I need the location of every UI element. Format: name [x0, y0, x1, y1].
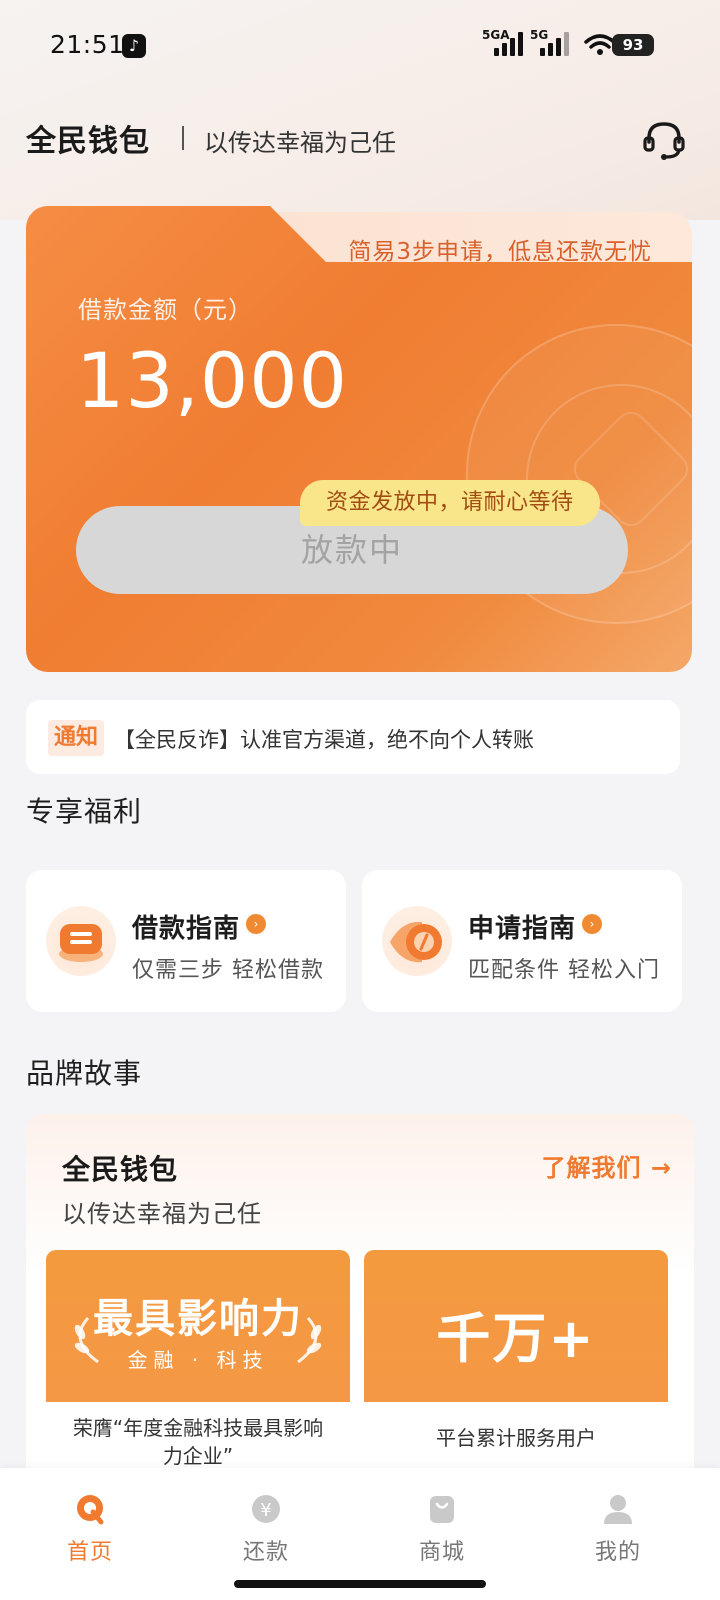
about-us-link[interactable]: 了解我们 →: [542, 1148, 672, 1183]
apply-guide-subtitle: 匹配条件 轻松入门: [468, 958, 660, 983]
users-caption: 平台累计服务用户: [436, 1426, 596, 1450]
header-slogan: 以传达幸福为己任: [204, 129, 396, 157]
nav-item-home[interactable]: 首页: [30, 1492, 150, 1566]
apply-guide-icon: [382, 906, 452, 976]
loan-amount-value: 13,000: [76, 336, 348, 425]
nav-item-shop[interactable]: 商城: [382, 1492, 502, 1566]
profile-icon: [604, 1495, 632, 1524]
title-divider: [182, 126, 184, 150]
signal-5g-icon: 5G: [530, 28, 569, 56]
loan-guide-title: 借款指南: [132, 914, 241, 944]
chevron-right-icon: ›: [582, 914, 602, 934]
loan-card-tab-text: 简易3步申请，低息还款无忧: [348, 239, 652, 265]
tiktok-notification-icon: ♪: [122, 34, 146, 58]
brand-story-card: 全民钱包 以传达幸福为己任 了解我们 → 最具影响力 金融 · 科技 荣膺“年度…: [26, 1114, 694, 1514]
signal-5ga-icon: 5GA: [482, 28, 523, 56]
app-title: 全民钱包: [26, 124, 150, 159]
svg-text:¥: ¥: [260, 1500, 271, 1521]
loan-guide-icon: [46, 906, 116, 976]
home-icon: [77, 1495, 104, 1525]
signal-2-label: 5G: [530, 28, 549, 42]
laurel-icon: [74, 1316, 322, 1364]
repay-yen-icon: ¥: [252, 1495, 280, 1523]
brand-name: 全民钱包: [62, 1153, 179, 1186]
loan-guide-subtitle: 仅需三步 轻松借款: [132, 958, 324, 983]
home-indicator[interactable]: [234, 1580, 486, 1588]
nav-item-repay[interactable]: ¥ 还款: [206, 1492, 326, 1566]
nav-label-repay: 还款: [242, 1540, 289, 1565]
loan-card: 简易3步申请，低息还款无忧 借款金额（元） 13,000 放款中 资金发放中，请…: [26, 206, 692, 672]
loan-amount-label: 借款金额（元）: [78, 296, 253, 324]
apply-guide-title: 申请指南: [468, 914, 577, 944]
status-bar: 21:51 ♪ 5GA 5G 93: [0, 0, 720, 90]
nav-label-profile: 我的: [594, 1540, 641, 1565]
loan-card-body: 借款金额（元） 13,000 放款中 资金发放中，请耐心等待: [26, 206, 692, 672]
app-header: 全民钱包 以传达幸福为己任: [0, 110, 720, 170]
nav-item-profile[interactable]: 我的: [558, 1492, 678, 1566]
users-banner: 千万+: [364, 1250, 668, 1402]
award-caption: 荣膺“年度金融科技最具影响力企业”: [72, 1416, 324, 1468]
chevron-right-icon: ›: [246, 914, 266, 934]
nav-label-home: 首页: [66, 1540, 113, 1565]
disbursing-tooltip: 资金发放中，请耐心等待: [300, 480, 600, 526]
battery-indicator: 93: [612, 34, 654, 56]
customer-service-icon[interactable]: [640, 116, 688, 164]
nav-label-shop: 商城: [418, 1540, 465, 1565]
users-headline: 千万+: [436, 1307, 596, 1370]
notice-badge: 通知: [48, 720, 105, 756]
clock: 21:51: [50, 30, 125, 59]
signal-1-label: 5GA: [482, 28, 510, 42]
apply-guide-card[interactable]: 申请指南 › 匹配条件 轻松入门: [362, 870, 682, 1012]
shop-bag-icon: [430, 1496, 454, 1523]
loan-guide-card[interactable]: 借款指南 › 仅需三步 轻松借款: [26, 870, 346, 1012]
notice-bar[interactable]: 通知 【全民反诈】认准官方渠道，绝不向个人转账: [26, 700, 680, 774]
brand-slogan: 以传达幸福为己任: [62, 1200, 262, 1228]
notice-text: 【全民反诈】认准官方渠道，绝不向个人转账: [114, 728, 534, 752]
award-banner: 最具影响力 金融 · 科技: [46, 1250, 350, 1402]
brand-section-title: 品牌故事: [26, 1057, 143, 1090]
benefits-section-title: 专享福利: [26, 795, 143, 828]
